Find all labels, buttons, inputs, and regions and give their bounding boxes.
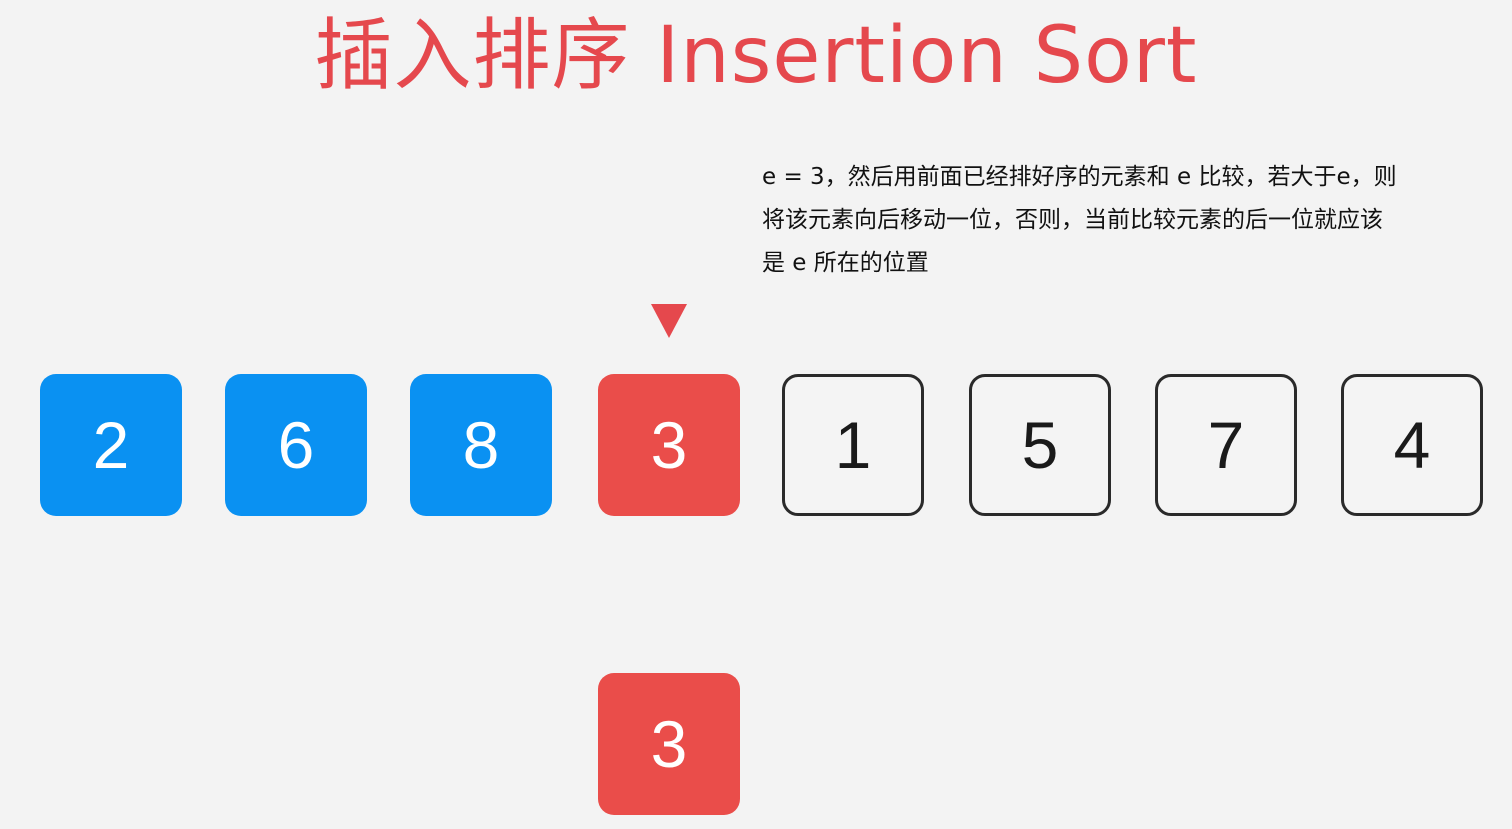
array-row: 2 6 8 3 1 5 7 4: [0, 0, 1512, 829]
array-cell: 4: [1341, 374, 1483, 516]
held-element-e: 3: [598, 673, 740, 815]
array-cell: 6: [225, 374, 367, 516]
array-cell: 8: [410, 374, 552, 516]
array-cell: 3: [598, 374, 740, 516]
array-cell: 1: [782, 374, 924, 516]
array-cell: 5: [969, 374, 1111, 516]
array-cell: 2: [40, 374, 182, 516]
array-cell: 7: [1155, 374, 1297, 516]
